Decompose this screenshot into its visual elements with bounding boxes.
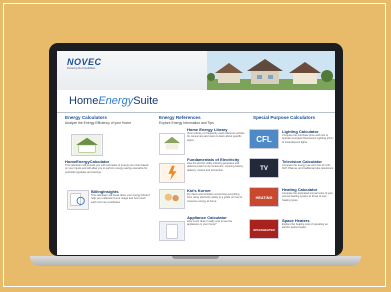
- heating-calculator-thumbnail[interactable]: HEATING: [249, 187, 279, 207]
- special-purpose-calculators-column: Special Purpose Calculators: [253, 115, 333, 121]
- fundamentals-thumbnail[interactable]: [159, 163, 185, 183]
- item-description: This calculator will provide you with es…: [65, 164, 149, 174]
- home-energy-calculator-item[interactable]: HomeEnergyCalculator This calculator wil…: [65, 159, 151, 174]
- laptop-notch: [172, 256, 219, 259]
- lighting-calculator-thumbnail[interactable]: CFL: [249, 129, 279, 149]
- space-heaters-thumbnail[interactable]: SPACEHEATER: [249, 219, 279, 239]
- item-description: Compare the energy use and cost of LCD, …: [282, 164, 334, 171]
- energy-calculators-column: Energy Calculators Analyze the Energy Ef…: [65, 115, 149, 125]
- suite-title-bar: HomeEnergySuite: [57, 90, 335, 113]
- column-title: Special Purpose Calculators: [253, 115, 316, 120]
- item-description: Compare the estimated annual costs of yo…: [282, 192, 333, 202]
- item-description: Compare the purchase price and cost to o…: [282, 134, 334, 144]
- logo-tagline: Powering the Possibilities: [67, 67, 96, 70]
- fundamentals-of-electricity-item[interactable]: Fundamentals of Electricity How the elec…: [187, 157, 245, 172]
- kids-korner-thumbnail[interactable]: [159, 189, 185, 209]
- site-header: NOVEC Powering the Possibilities: [57, 51, 335, 90]
- novec-logo[interactable]: NOVEC Powering the Possibilities: [67, 57, 107, 71]
- appliance-calculator-thumbnail[interactable]: [159, 221, 185, 241]
- appliance-calculator-item[interactable]: Appliance Calculator How much does it re…: [187, 215, 245, 227]
- laptop-screen: NOVEC Powering the Possibilities HomeEne…: [57, 51, 335, 255]
- column-subtitle: Analyze the Energy Efficiency of your Ho…: [65, 120, 132, 125]
- item-description: Fun facts and activities concerning ever…: [187, 193, 243, 203]
- item-description: How the electric utility industry genera…: [187, 162, 244, 172]
- lighting-calculator-item[interactable]: Lighting Calculator Compare the purchase…: [282, 129, 334, 144]
- home-energy-calculator-thumbnail[interactable]: [71, 134, 103, 156]
- item-description: View a library of frequently used refere…: [187, 132, 245, 142]
- television-calculator-item[interactable]: Television Calculator Compare the energy…: [282, 159, 334, 171]
- heating-calculator-item[interactable]: Heating Calculator Compare the estimated…: [282, 187, 334, 202]
- column-subtitle: Explore Energy Information and Tips: [159, 120, 214, 125]
- item-description: How much does it really cost to use the …: [187, 220, 233, 227]
- billing-insights-thumbnail[interactable]: [67, 190, 89, 210]
- television-calculator-thumbnail[interactable]: TV: [249, 158, 279, 178]
- space-heaters-item[interactable]: Space Heaters Explore the heating cost o…: [282, 218, 334, 230]
- item-description: This calculator will break down your ene…: [91, 194, 150, 204]
- logo-text: NOVEC: [67, 57, 102, 67]
- billing-insights-item[interactable]: BillingInsights This calculator will bre…: [91, 189, 151, 204]
- home-energy-library-thumbnail[interactable]: [159, 133, 185, 155]
- page-title: HomeEnergySuite: [69, 95, 159, 107]
- energy-references-column: Energy References Explore Energy Informa…: [159, 115, 243, 125]
- item-description: Explore the heating cost of operating an…: [282, 223, 328, 230]
- houses-banner-image: [207, 51, 335, 90]
- kids-korner-item[interactable]: Kid's Korner Fun facts and activities co…: [187, 188, 245, 203]
- home-energy-library-item[interactable]: Home Energy Library View a library of fr…: [187, 127, 245, 142]
